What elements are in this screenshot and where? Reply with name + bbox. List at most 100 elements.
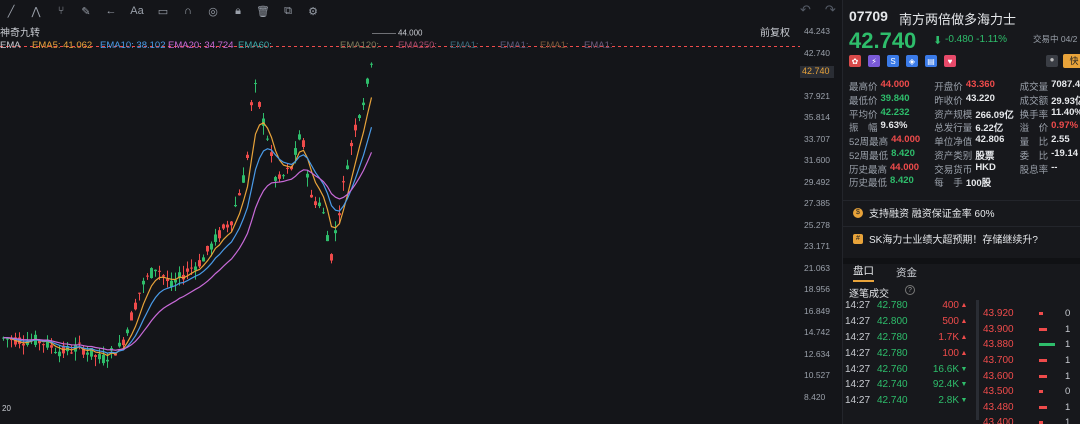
lock-icon[interactable]: 🔒︎: [231, 4, 245, 18]
stat-label: 溢 价: [1019, 123, 1049, 135]
trash-icon[interactable]: 🗑︎: [256, 4, 270, 18]
candle-body: [102, 354, 105, 364]
candle-body: [234, 204, 237, 207]
price-tick: 29.492: [804, 176, 830, 187]
trade-row: 14:27 42.800 500 ▲: [845, 314, 973, 330]
draw-line-icon[interactable]: ╱: [4, 4, 18, 18]
help-icon[interactable]: ?: [905, 285, 915, 295]
last-price: 42.740: [849, 28, 917, 53]
polyline-icon[interactable]: ⋀: [29, 4, 43, 18]
candle-body: [122, 339, 125, 346]
book-count: 1: [1065, 339, 1071, 351]
candle-body: [254, 83, 257, 85]
fork-icon[interactable]: ⑂: [54, 4, 68, 18]
stat-cell: 资产类别 股票: [934, 148, 1019, 162]
ema-legend-item[interactable]: EMA1:: [500, 40, 529, 51]
margin-banner-text: 支持融资 融资保证金率 60%: [869, 209, 995, 220]
chat-icon[interactable]: ▤: [925, 55, 937, 67]
book-bar: [1039, 343, 1055, 347]
price-tick: 42.740: [804, 47, 830, 58]
candlestick-chart[interactable]: 44.000 20: [0, 22, 842, 424]
tab-order-book[interactable]: 盘口: [853, 263, 874, 282]
ema-legend-item[interactable]: EMA1:: [540, 40, 569, 51]
tab-capital[interactable]: 资金: [896, 265, 917, 280]
chart-canvas[interactable]: 44.000 20: [0, 22, 842, 424]
candle-body: [318, 202, 321, 207]
candle-body: [50, 345, 53, 348]
circle-icon[interactable]: ◎: [206, 4, 220, 18]
ema-legend-item[interactable]: EMA120:: [340, 40, 379, 51]
candle-body: [206, 245, 209, 252]
trade-volume: 100: [942, 347, 959, 359]
last-price-tag: 42.740: [800, 66, 834, 78]
stat-value: 39.840: [880, 92, 910, 104]
stat-label: 平均价: [849, 109, 878, 121]
bell-icon[interactable]: ●: [1046, 55, 1058, 67]
candle-body: [306, 173, 309, 178]
trade-time: 14:27: [845, 347, 871, 359]
ema-legend-item[interactable]: EMA250:: [398, 40, 437, 51]
candle-body: [250, 102, 253, 106]
book-bar-track: [1039, 327, 1065, 331]
news-banner[interactable]: # SK海力士业绩大超预期！存储继续升?: [843, 226, 1080, 250]
magnet-icon[interactable]: ∩: [181, 4, 195, 18]
text-tool-icon[interactable]: ✎: [79, 4, 93, 18]
ema-legend-item[interactable]: EMA1:: [450, 40, 479, 51]
trade-volume: 400: [942, 300, 959, 312]
book-bar: [1039, 312, 1043, 316]
ema-legend-item[interactable]: EMA: [0, 40, 21, 51]
restore-rights-button[interactable]: 前复权: [760, 24, 790, 39]
lightning-icon[interactable]: ⚡: [868, 55, 880, 67]
stat-label: 历史最高: [849, 164, 888, 176]
book-bar-track: [1039, 312, 1065, 316]
ema-line: [3, 97, 373, 357]
ema-legend-item[interactable]: EMA60:: [238, 40, 272, 51]
stats-row: 最低价 39.840 昨收价 43.220 成交额 29.93亿: [849, 93, 1080, 107]
copy-icon[interactable]: ⧉: [281, 4, 295, 18]
stat-label: 资产类别: [934, 150, 973, 162]
stat-cell: 量 比 2.55: [1020, 134, 1080, 148]
stat-cell: 振 幅 9.63%: [849, 120, 934, 134]
trade-direction-icon: ▲: [960, 349, 968, 357]
stat-cell: 成交量 7087.4: [1020, 79, 1080, 93]
candle-body: [94, 355, 97, 357]
trade-row: 14:27 42.740 92.4K ▼: [845, 377, 973, 393]
book-row: 43.880 1: [983, 337, 1079, 353]
margin-icon[interactable]: S: [887, 55, 899, 67]
ema-legend-item[interactable]: EMA20: 34.724: [168, 40, 234, 51]
settings-icon[interactable]: ⚙: [306, 4, 320, 18]
stat-value: 44.000: [880, 78, 910, 90]
stat-value: 44.000: [890, 161, 920, 173]
tag-icon[interactable]: ◈: [906, 55, 918, 67]
undo-icon[interactable]: ↶: [800, 2, 811, 18]
ema-legend-item[interactable]: EMA5: 41.062: [32, 40, 92, 51]
book-price: 43.920: [983, 308, 1014, 320]
trades-scrollbar[interactable]: [976, 300, 979, 420]
hot-icon[interactable]: ✿: [849, 55, 861, 67]
book-row: 43.700 1: [983, 353, 1079, 369]
stat-value: 股票: [975, 150, 995, 162]
stat-label: 历史最低: [849, 178, 888, 190]
favorite-icon[interactable]: ♥: [944, 55, 956, 67]
quick-trade-button[interactable]: 快: [1063, 54, 1080, 68]
stat-cell: 成交额 29.93亿: [1020, 93, 1080, 107]
font-size-icon[interactable]: Aa: [129, 4, 145, 18]
arrow-icon[interactable]: ←: [104, 4, 118, 18]
book-count: 1: [1065, 417, 1071, 424]
redo-icon[interactable]: ↷: [825, 2, 836, 18]
price-tick: 12.634: [804, 348, 830, 359]
margin-banner[interactable]: $ 支持融资 融资保证金率 60%: [843, 200, 1080, 224]
ema-legend-item[interactable]: EMA1:: [584, 40, 613, 51]
candle-body: [310, 194, 313, 198]
stat-cell: 52周最低 8.420: [849, 148, 934, 162]
stat-cell: 开盘价 43.360: [934, 79, 1019, 93]
stat-value: HKD: [975, 161, 996, 173]
down-arrow-icon: ⬇: [933, 35, 943, 47]
candle-body: [98, 354, 101, 360]
book-price: 43.700: [983, 355, 1014, 367]
trade-price: 42.800: [877, 316, 908, 328]
rectangle-icon[interactable]: ▭: [156, 4, 170, 18]
price-tick: 23.171: [804, 241, 830, 251]
candle-body: [126, 329, 129, 334]
ema-legend-item[interactable]: EMA10: 38.102: [100, 40, 166, 51]
